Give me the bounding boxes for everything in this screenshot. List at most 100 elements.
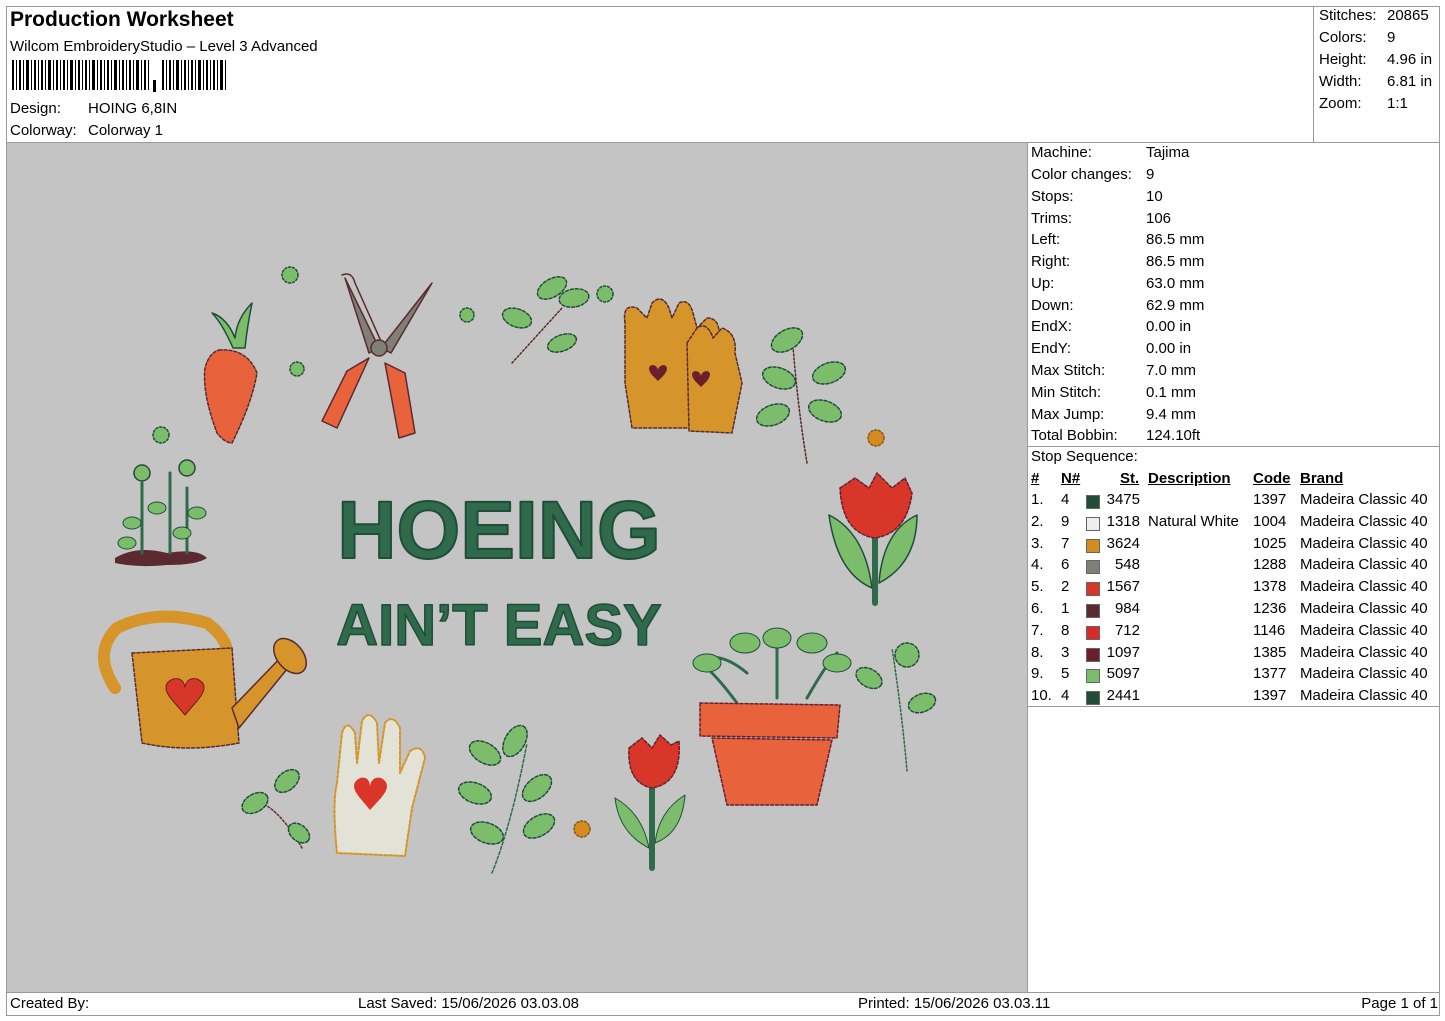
info-value-min-stitch: 0.1 mm	[1146, 384, 1197, 401]
color-swatch	[1086, 516, 1100, 531]
stop-stitches: 712	[1114, 621, 1140, 639]
stop-stitches: 1318	[1106, 512, 1140, 530]
info-divider	[1028, 446, 1439, 447]
col-header-description: Description	[1148, 470, 1231, 487]
stop-code: 1025	[1253, 534, 1287, 552]
stop-row: 5. 2 1567 1378 Madeira Classic 40	[1031, 578, 1443, 600]
info-label-endx: EndX:	[1031, 318, 1072, 335]
stop-needle: 4	[1061, 687, 1070, 705]
design-label: Design:	[10, 100, 61, 117]
info-label-left: Left:	[1031, 231, 1061, 248]
leaf-sprig-far-right	[855, 642, 937, 772]
stop-code: 1377	[1253, 665, 1287, 683]
stop-stitches: 5097	[1106, 665, 1140, 683]
info-value-color-changes: 9	[1146, 166, 1155, 183]
stop-brand: Madeira Classic 40	[1300, 643, 1428, 661]
stop-stitches: 3475	[1106, 491, 1140, 508]
info-label-trims: Trims:	[1031, 210, 1073, 227]
info-value-up: 63.0 mm	[1146, 275, 1205, 292]
info-value-left: 86.5 mm	[1146, 231, 1205, 248]
tulip-bottom	[614, 734, 686, 871]
info-value-total-bobbin: 124.10ft	[1146, 427, 1201, 444]
info-label-down: Down:	[1031, 297, 1074, 314]
color-swatch	[1086, 538, 1100, 553]
stop-row: 10. 4 2441 1397 Madeira Classic 40	[1031, 687, 1443, 709]
leaf-sprig-bottom-center	[457, 724, 556, 874]
stop-needle: 1	[1061, 600, 1070, 617]
stop-sequence-heading: Stop Sequence:	[1031, 448, 1138, 465]
stop-rows: 1. 4 3475 1397 Madeira Classic 40 2. 9 1318 Natu…	[1031, 491, 1439, 711]
tulip-right	[828, 472, 918, 606]
info-value-down: 62.9 mm	[1146, 297, 1205, 314]
col-header-num: #	[1031, 470, 1040, 487]
footer: Created By: Last Saved: 15/06/2026 03.03…	[6, 993, 1440, 1015]
stop-stitches: 984	[1114, 600, 1140, 617]
stop-sequence-table: # N# St. Description Code Brand 1. 4 3475 1…	[1031, 470, 1439, 706]
color-swatch	[1086, 560, 1100, 575]
summary-list: Stitches: 20865 Colors: 9 Height: 4.96 in W…	[1319, 7, 1437, 117]
stop-brand: Madeira Classic 40	[1300, 534, 1428, 552]
stop-num: 8.	[1031, 643, 1044, 661]
info-value-max-stitch: 7.0 mm	[1146, 362, 1197, 379]
stop-code: 1288	[1253, 556, 1287, 574]
stop-code: 1146	[1253, 621, 1286, 639]
info-label-max-stitch: Max Stitch:	[1031, 362, 1106, 379]
stop-num: 1.	[1031, 491, 1044, 508]
stop-num: 3.	[1031, 534, 1044, 552]
stop-needle: 6	[1061, 556, 1070, 574]
white-glove-motif	[333, 714, 426, 857]
stop-brand: Madeira Classic 40	[1300, 687, 1428, 705]
stop-row: 9. 5 5097 1377 Madeira Classic 40	[1031, 665, 1443, 687]
summary-value-height: 4.96 in	[1387, 51, 1433, 68]
stop-needle: 4	[1061, 491, 1070, 508]
info-value-trims: 106	[1146, 210, 1172, 227]
info-value-endx: 0.00 in	[1146, 318, 1192, 335]
barcode	[10, 60, 230, 94]
leaf-sprig-right	[755, 327, 847, 464]
stop-code: 1397	[1253, 491, 1287, 508]
stop-row: 7. 8 712 1146 Madeira Classic 40	[1031, 622, 1443, 644]
stop-stitches: 1097	[1106, 643, 1140, 661]
info-label-machine: Machine:	[1031, 144, 1092, 161]
colorway-label: Colorway:	[10, 122, 77, 139]
summary-value-colors: 9	[1387, 29, 1396, 46]
col-header-code: Code	[1253, 470, 1291, 487]
stop-row: 8. 3 1097 1385 Madeira Classic 40	[1031, 644, 1443, 666]
info-label-color-changes: Color changes:	[1031, 166, 1132, 183]
footer-page: Page 1 of 1	[1361, 995, 1438, 1012]
shears-motif	[321, 273, 433, 439]
summary-label-colors: Colors:	[1319, 29, 1367, 46]
info-label-up: Up:	[1031, 275, 1055, 292]
col-header-brand: Brand	[1300, 470, 1344, 487]
info-label-min-stitch: Min Stitch:	[1031, 384, 1102, 401]
embroidery-design: HOEING AIN’T EASY	[7, 143, 1027, 992]
summary-value-zoom: 1:1	[1387, 95, 1408, 112]
stop-needle: 5	[1061, 665, 1070, 683]
info-value-endy: 0.00 in	[1146, 340, 1192, 357]
stop-brand: Madeira Classic 40	[1300, 600, 1428, 617]
stop-stitches: 1567	[1106, 578, 1140, 596]
stop-code: 1004	[1253, 512, 1287, 530]
color-swatch	[1086, 582, 1100, 597]
color-swatch	[1086, 691, 1100, 706]
stop-code: 1236	[1253, 600, 1287, 617]
sprout-motif	[115, 459, 207, 567]
info-label-max-jump: Max Jump:	[1031, 406, 1105, 423]
stop-brand: Madeira Classic 40	[1300, 512, 1428, 530]
stop-brand: Madeira Classic 40	[1300, 491, 1428, 508]
color-swatch	[1086, 604, 1100, 618]
stop-needle: 3	[1061, 643, 1070, 661]
stop-row: 3. 7 3624 1025 Madeira Classic 40	[1031, 535, 1443, 557]
software-name: Wilcom EmbroideryStudio – Level 3 Advanc…	[10, 38, 318, 55]
colorway-value: Colorway 1	[88, 122, 164, 139]
footer-created-by: Created By:	[10, 995, 90, 1012]
stop-row: 2. 9 1318 Natural White 1004 Madeira Classic …	[1031, 513, 1443, 535]
info-label-right: Right:	[1031, 253, 1071, 270]
stop-row: 1. 4 3475 1397 Madeira Classic 40	[1031, 491, 1443, 513]
stop-description: Natural White	[1148, 512, 1239, 530]
info-label-total-bobbin: Total Bobbin:	[1031, 427, 1118, 444]
stop-num: 2.	[1031, 512, 1044, 530]
summary-label-zoom: Zoom:	[1319, 95, 1362, 112]
footer-printed: Printed: 15/06/2026 03.03.11	[858, 995, 1051, 1012]
design-text-line2: AIN’T EASY	[336, 593, 662, 658]
